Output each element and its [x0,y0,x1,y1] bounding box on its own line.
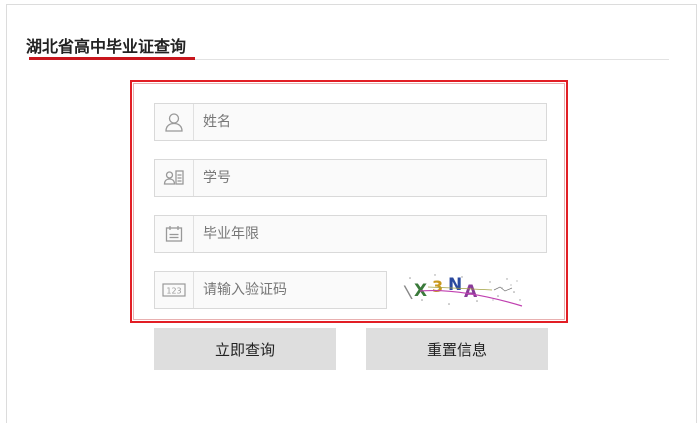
title-accent-underline [29,57,195,60]
grad-year-field [154,215,547,253]
svg-text:A: A [464,282,478,302]
numeric-code-icon: 123 [155,272,194,308]
svg-text:\: \ [403,281,414,303]
student-id-field [154,159,547,197]
calendar-icon [155,216,194,252]
grad-year-input[interactable] [194,216,546,252]
query-button[interactable]: 立即查询 [154,328,336,370]
svg-text:123: 123 [166,287,181,296]
page-title: 湖北省高中毕业证查询 [26,37,187,56]
name-input[interactable] [194,104,546,140]
reset-button[interactable]: 重置信息 [366,328,548,370]
captcha-input[interactable] [194,272,386,308]
student-id-input[interactable] [194,160,546,196]
svg-text:3: 3 [432,277,443,296]
name-field [154,103,547,141]
captcha-image[interactable]: \ X 3 N A [402,270,526,310]
id-card-icon [155,160,194,196]
captcha-field: 123 [154,271,387,309]
user-icon [155,104,194,140]
